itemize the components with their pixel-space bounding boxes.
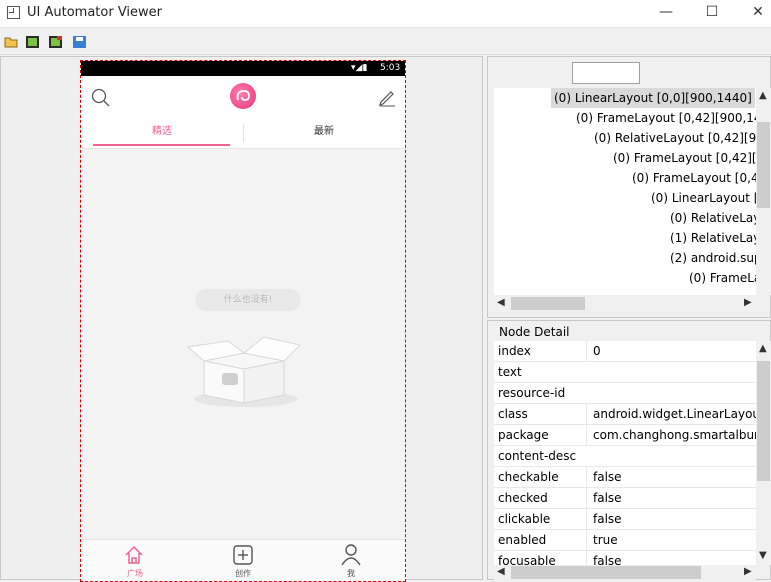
app-logo [230, 83, 256, 109]
detail-row[interactable]: class android.widget.LinearLayout [494, 404, 756, 425]
home-icon [125, 545, 143, 564]
minimize-button[interactable]: — [643, 0, 689, 27]
detail-row[interactable]: resource-id [494, 383, 756, 404]
maximize-button[interactable]: ☐ [689, 0, 735, 27]
tree-node[interactable]: (0) RelativeLayo [670, 208, 756, 228]
detail-key: index [498, 344, 531, 358]
tab-bar: 精选 最新 [81, 118, 405, 149]
detail-value: com.changhong.smartalbum [586, 425, 756, 446]
hierarchy-tree[interactable]: (0) LinearLayout [0,0][900,1440] (0) Fra… [494, 88, 756, 295]
tree-node[interactable]: (0) FrameLayout [0,42 [632, 168, 756, 188]
scrollbar-thumb[interactable] [757, 122, 770, 208]
status-bar: ▾◢▮ 5:03 [81, 61, 405, 76]
tree-node[interactable]: (0) FrameLayout [0,42][900,1440 [576, 108, 756, 128]
close-button[interactable]: ✕ [735, 0, 771, 27]
detail-key: text [498, 365, 522, 379]
tree-node[interactable]: (0) FrameLayout [0,42][9 [613, 148, 756, 168]
detail-value: android.widget.LinearLayout [586, 404, 756, 425]
edit-icon[interactable] [377, 87, 397, 110]
detail-row[interactable]: focusable false [494, 551, 756, 565]
tree-node[interactable]: (0) LinearLayout [0 [651, 188, 756, 208]
device-screen[interactable]: ▾◢▮ 5:03 精选 最新 什么也没有! 广场 创作 我 [80, 60, 406, 582]
tree-node[interactable]: (0) FrameLa [689, 268, 756, 288]
detail-value: false [586, 551, 756, 565]
empty-box-illustration [184, 323, 304, 409]
detail-horizontal-scrollbar[interactable]: ◀ ▶ [494, 565, 756, 580]
nav-plaza[interactable]: 广场 [81, 540, 189, 581]
detail-key: package [498, 428, 549, 442]
toolbar [0, 28, 771, 55]
nav-me-label: 我 [347, 569, 355, 578]
scroll-down-icon[interactable]: ▼ [759, 551, 767, 561]
scrollbar-thumb[interactable] [511, 297, 585, 310]
tree-filter-input[interactable] [572, 62, 640, 84]
user-icon [341, 544, 361, 566]
open-folder-icon[interactable] [4, 35, 19, 49]
scrollbar-thumb[interactable] [757, 361, 770, 481]
nav-create-label: 创作 [235, 569, 251, 578]
detail-value: true [586, 530, 756, 551]
detail-key: resource-id [498, 386, 566, 400]
detail-key: checkable [498, 470, 559, 484]
detail-value: false [586, 509, 756, 530]
device-screenshot-icon[interactable] [25, 35, 40, 49]
app-header [81, 76, 405, 118]
node-detail-title: Node Detail [497, 325, 572, 339]
detail-row[interactable]: package com.changhong.smartalbum [494, 425, 756, 446]
window-title: UI Automator Viewer [27, 5, 163, 20]
tree-node[interactable]: (0) RelativeLayout [0,42][900 [594, 128, 756, 148]
active-tab-indicator [93, 144, 230, 146]
tree-node[interactable]: (2) android.sup [670, 248, 756, 268]
detail-row[interactable]: checkable false [494, 467, 756, 488]
scroll-up-icon[interactable]: ▲ [759, 344, 767, 354]
tab-latest[interactable]: 最新 [243, 118, 405, 148]
search-icon[interactable] [91, 88, 111, 111]
detail-row[interactable]: content-desc [494, 446, 756, 467]
nav-plaza-label: 广场 [127, 569, 143, 578]
detail-key: class [498, 407, 528, 421]
scroll-left-icon[interactable]: ◀ [497, 567, 505, 577]
detail-row[interactable]: text [494, 362, 756, 383]
app-icon [7, 6, 20, 19]
nav-create[interactable]: 创作 [189, 540, 297, 581]
status-time: 5:03 [380, 63, 401, 73]
tree-node[interactable]: (0) LinearLayout [0,0][900,1440] [551, 88, 755, 108]
device-screenshot-compressed-icon[interactable] [48, 35, 63, 49]
add-square-icon [233, 545, 253, 565]
title-bar: UI Automator Viewer — ☐ ✕ [0, 0, 771, 28]
node-detail-table[interactable]: index 0 text resource-id class android.wid… [494, 341, 756, 565]
detail-key: content-desc [498, 449, 577, 463]
detail-key: clickable [498, 512, 551, 526]
detail-key: checked [498, 491, 548, 505]
tree-vertical-scrollbar[interactable]: ▲ [756, 88, 771, 295]
detail-key: enabled [498, 533, 547, 547]
detail-vertical-scrollbar[interactable]: ▲ ▼ [756, 341, 771, 565]
scroll-up-icon[interactable]: ▲ [759, 91, 767, 101]
empty-message: 什么也没有! [195, 289, 301, 311]
detail-row[interactable]: index 0 [494, 341, 756, 362]
detail-key: focusable [498, 554, 556, 565]
scrollbar-thumb[interactable] [511, 566, 701, 579]
scroll-right-icon[interactable]: ▶ [744, 298, 752, 308]
wifi-signal-icon: ▾◢▮ [351, 63, 368, 73]
detail-value: false [586, 467, 756, 488]
bottom-navigation: 广场 创作 我 [81, 539, 405, 581]
detail-row[interactable]: checked false [494, 488, 756, 509]
detail-row[interactable]: clickable false [494, 509, 756, 530]
detail-value: false [586, 488, 756, 509]
tree-horizontal-scrollbar[interactable]: ◀ ▶ [494, 295, 756, 312]
scroll-right-icon[interactable]: ▶ [744, 567, 752, 577]
scroll-left-icon[interactable]: ◀ [497, 298, 505, 308]
tree-node[interactable]: (1) RelativeLayo [670, 228, 756, 248]
detail-row[interactable]: enabled true [494, 530, 756, 551]
detail-value: 0 [586, 341, 756, 362]
nav-me[interactable]: 我 [297, 540, 405, 581]
save-icon[interactable] [72, 35, 87, 49]
